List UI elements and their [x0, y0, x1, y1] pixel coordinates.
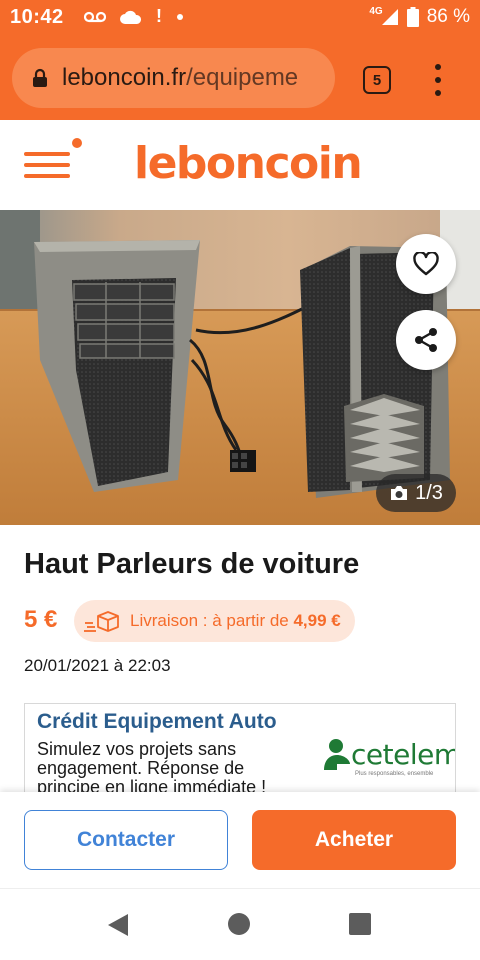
- cloud-icon: [120, 10, 142, 24]
- cetelem-ad[interactable]: Crédit Equipement Auto Simulez vos proje…: [24, 703, 456, 803]
- tab-count: 5: [372, 71, 382, 89]
- photo-counter[interactable]: 1/3: [376, 474, 456, 512]
- battery-level: 86 %: [426, 6, 470, 27]
- listing-date: 20/01/2021 à 22:03: [24, 656, 171, 675]
- status-notification-icons: !: [84, 6, 184, 27]
- app-header: leboncoin: [0, 120, 480, 210]
- action-bar: Contacter Acheter: [0, 792, 480, 888]
- battery-icon: [406, 7, 419, 27]
- tab-switcher-button[interactable]: 5: [363, 66, 391, 94]
- ad-title[interactable]: Crédit Equipement Auto: [37, 710, 277, 734]
- favorite-button[interactable]: [396, 234, 456, 294]
- cetelem-wordmark: cetelem: [351, 738, 456, 771]
- share-icon: [415, 328, 437, 352]
- lock-icon: [32, 68, 48, 88]
- hamburger-menu-icon[interactable]: [24, 138, 82, 182]
- cetelem-logo[interactable]: cetelem Plus responsables, ensemble: [323, 738, 456, 778]
- status-system-icons: 4G 86 %: [369, 6, 470, 28]
- buy-button[interactable]: Acheter: [252, 810, 456, 870]
- share-button[interactable]: [396, 310, 456, 370]
- dot-icon: [177, 13, 183, 20]
- signal-icon: [381, 9, 398, 25]
- delivery-text: Livraison : à partir de 4,99 €: [130, 611, 341, 631]
- home-icon[interactable]: [228, 913, 250, 935]
- listing-title: Haut Parleurs de voiture: [24, 548, 360, 580]
- network-type: 4G: [369, 5, 383, 17]
- url-path: /equipeme: [186, 64, 299, 91]
- notification-dot: [72, 138, 82, 148]
- delivery-prefix: Livraison : à partir de: [130, 611, 294, 630]
- alert-icon: !: [156, 6, 162, 26]
- photo-counter-text: 1/3: [415, 481, 443, 504]
- cetelem-tagline: Plus responsables, ensemble: [355, 771, 434, 777]
- status-bar: 10:42 ! 4G 86 %: [0, 0, 480, 36]
- system-nav-bar: [0, 888, 480, 960]
- recent-apps-icon[interactable]: [349, 913, 371, 935]
- ad-text: Simulez vos projets sans engagement. Rép…: [37, 739, 267, 797]
- url-host: leboncoin.fr: [62, 64, 187, 91]
- listing-price: 5 €: [24, 606, 58, 633]
- contact-button[interactable]: Contacter: [24, 810, 228, 870]
- url-field[interactable]: leboncoin.fr/equipeme: [12, 48, 335, 108]
- browser-menu-icon[interactable]: [432, 64, 444, 96]
- delivery-box-icon: [84, 611, 119, 632]
- browser-toolbar: leboncoin.fr/equipeme 5: [0, 36, 480, 120]
- leboncoin-logo[interactable]: leboncoin: [134, 138, 363, 189]
- camera-icon: [391, 486, 408, 500]
- voicemail-icon: [84, 11, 106, 22]
- delivery-price: 4,99 €: [293, 611, 341, 630]
- cetelem-figure-icon: [324, 739, 350, 770]
- delivery-badge[interactable]: Livraison : à partir de 4,99 €: [74, 600, 355, 642]
- listing-photo[interactable]: 1/3: [0, 210, 480, 525]
- status-time: 10:42: [10, 6, 64, 28]
- back-icon[interactable]: [106, 913, 130, 937]
- heart-icon: [413, 252, 439, 276]
